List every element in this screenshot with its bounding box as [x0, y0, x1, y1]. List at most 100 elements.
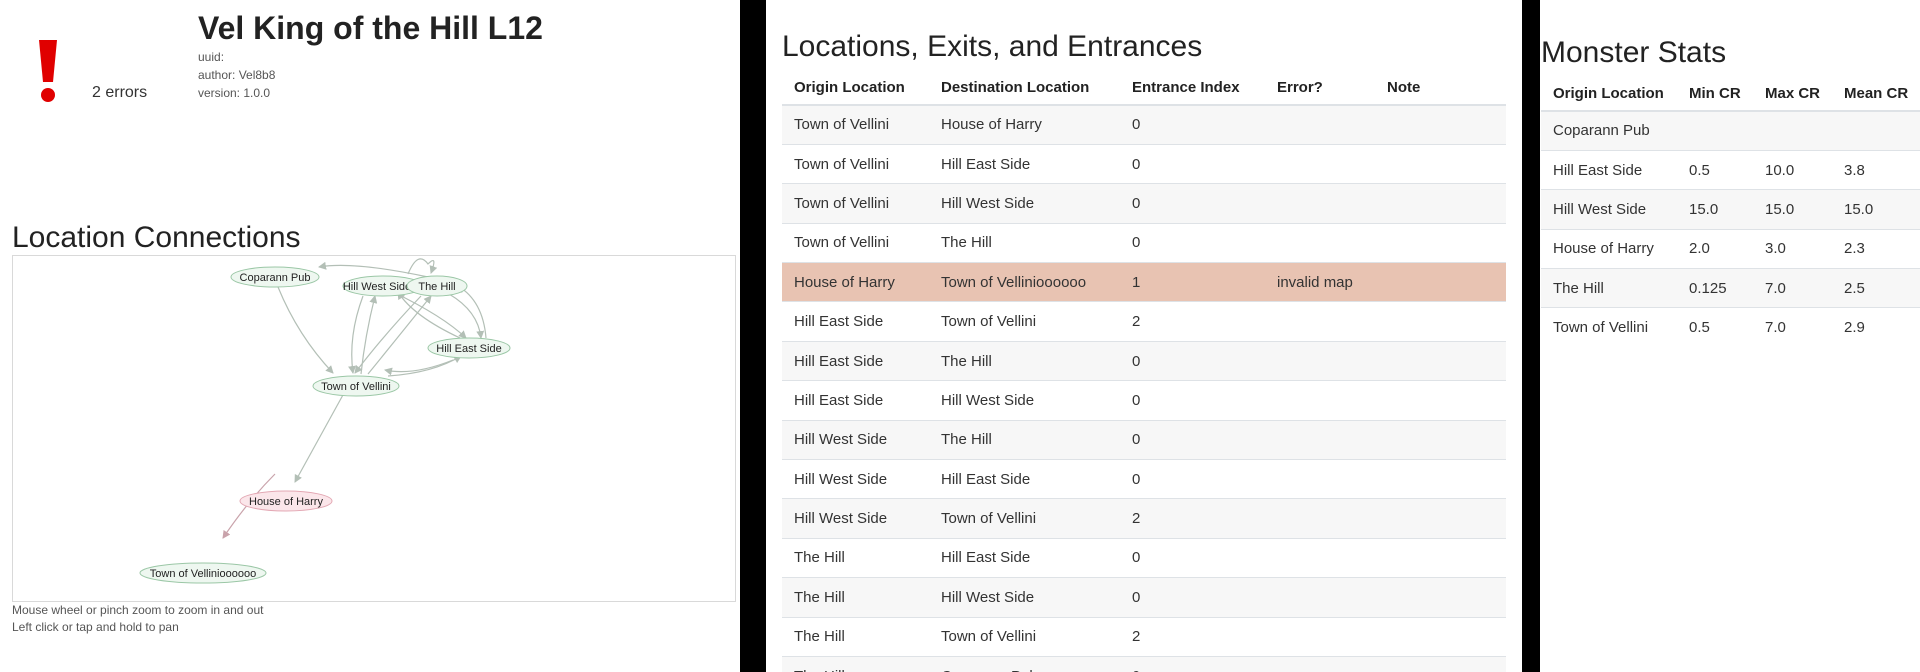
mean-cr-cell: 3.8 — [1832, 149, 1920, 190]
origin-cell: The Hill — [782, 616, 929, 657]
edge-hes-town — [384, 359, 454, 376]
note-cell — [1375, 222, 1506, 263]
note-cell — [1375, 498, 1506, 539]
entrance-index-cell: 0 — [1120, 340, 1265, 381]
graph-node[interactable]: The Hill — [406, 275, 468, 297]
graph-node[interactable]: Coparann Pub — [230, 266, 320, 288]
note-cell — [1375, 340, 1506, 381]
meta-uuid: uuid: — [198, 50, 225, 64]
edge-town-hill — [367, 295, 432, 375]
table-row: Hill West Side Hill East Side 0 — [782, 459, 1506, 499]
entrance-index-cell: 0 — [1120, 183, 1265, 224]
entrance-index-cell: 0 — [1120, 537, 1265, 578]
entrance-index-cell: 2 — [1120, 616, 1265, 657]
destination-cell: Hill East Side — [929, 537, 1120, 578]
origin-cell: Hill East Side — [1541, 149, 1677, 190]
origin-cell: Hill West Side — [1541, 189, 1677, 230]
error-cell — [1265, 183, 1375, 224]
table-row: The Hill Hill West Side 0 — [782, 577, 1506, 618]
origin-cell: Town of Vellini — [782, 183, 929, 224]
table-row-error: House of Harry Town of Vellinioooooo 1 i… — [782, 262, 1506, 302]
destination-cell: Hill West Side — [929, 577, 1120, 618]
min-cr-cell — [1677, 110, 1753, 151]
origin-cell: House of Harry — [782, 262, 929, 302]
note-cell — [1375, 183, 1506, 224]
column-header: Mean CR — [1832, 76, 1920, 112]
note-cell — [1375, 380, 1506, 421]
origin-cell: Town of Vellini — [1541, 307, 1677, 348]
max-cr-cell — [1753, 110, 1832, 151]
table-row: Hill East Side 0.5 10.0 3.8 — [1541, 149, 1920, 190]
destination-cell: Hill West Side — [929, 380, 1120, 421]
table-row: House of Harry 2.0 3.0 2.3 — [1541, 228, 1920, 269]
graph-node[interactable]: Hill East Side — [427, 337, 511, 359]
note-cell — [1375, 262, 1506, 302]
note-cell — [1375, 577, 1506, 618]
graph-canvas[interactable]: Coparann Pub Hill West Side The Hill Hil… — [13, 256, 736, 602]
meta-author: author: Vel8b8 — [198, 68, 276, 82]
panel-divider — [740, 0, 766, 672]
connections-heading: Location Connections — [12, 221, 301, 254]
column-header: Note — [1375, 70, 1506, 106]
entrance-index-cell: 2 — [1120, 301, 1265, 342]
error-count: 2 errors — [92, 84, 148, 101]
min-cr-cell: 15.0 — [1677, 189, 1753, 230]
graph-node-label: Hill East Side — [436, 343, 501, 355]
monster-stats-heading: Monster Stats — [1541, 36, 1727, 69]
error-cell — [1265, 498, 1375, 539]
origin-cell: The Hill — [782, 655, 929, 672]
locations-heading: Locations, Exits, and Entrances — [782, 30, 1203, 63]
min-cr-cell: 0.5 — [1677, 149, 1753, 190]
edge-hws-hill — [407, 258, 438, 275]
exclamation-icon — [39, 40, 57, 102]
entrance-index-cell: 0 — [1120, 577, 1265, 618]
table-row: The Hill 0.125 7.0 2.5 — [1541, 268, 1920, 308]
error-cell — [1265, 459, 1375, 499]
column-header: Min CR — [1677, 76, 1753, 112]
error-cell — [1265, 340, 1375, 381]
graph-node[interactable]: Town of Vellinioooooo — [139, 562, 267, 584]
entrance-index-cell: 2 — [1120, 498, 1265, 539]
entrance-index-cell: 0 — [1120, 459, 1265, 499]
origin-cell: Town of Vellini — [782, 143, 929, 184]
pan-hint: Left click or tap and hold to pan — [12, 620, 179, 634]
graph-node[interactable]: Town of Vellini — [312, 375, 400, 397]
origin-cell: Hill East Side — [782, 340, 929, 381]
table-row: Hill West Side The Hill 0 — [782, 419, 1506, 460]
mean-cr-cell: 2.3 — [1832, 228, 1920, 269]
connection-graph[interactable]: Coparann Pub Hill West Side The Hill Hil… — [12, 255, 736, 602]
note-cell — [1375, 104, 1506, 145]
origin-cell: The Hill — [1541, 268, 1677, 308]
note-cell — [1375, 301, 1506, 342]
origin-cell: Hill West Side — [782, 498, 929, 539]
entrance-index-cell: 0 — [1120, 104, 1265, 145]
table-row: Hill West Side Town of Vellini 2 — [782, 498, 1506, 539]
graph-node-label: Town of Vellinioooooo — [150, 568, 256, 580]
origin-cell: The Hill — [782, 577, 929, 618]
edge-pub-town — [277, 286, 334, 374]
graph-node[interactable]: House of Harry — [239, 490, 333, 512]
table-header-row: Origin Location Min CR Max CR Mean CR — [1541, 76, 1920, 112]
monster-stats-table: Origin Location Min CR Max CR Mean CR Co… — [1541, 76, 1920, 348]
note-cell — [1375, 419, 1506, 460]
origin-cell: Hill West Side — [782, 419, 929, 460]
entrance-index-cell: 0 — [1120, 222, 1265, 263]
min-cr-cell: 0.5 — [1677, 307, 1753, 348]
origin-cell: Hill West Side — [782, 459, 929, 499]
graph-node-label: Coparann Pub — [240, 272, 311, 284]
panel-divider — [1522, 0, 1540, 672]
note-cell — [1375, 616, 1506, 657]
note-cell — [1375, 143, 1506, 184]
destination-cell: Town of Vellini — [929, 498, 1120, 539]
origin-cell: The Hill — [782, 537, 929, 578]
table-row: Coparann Pub — [1541, 110, 1920, 151]
edge-hws-town — [348, 295, 364, 374]
column-header: Origin Location — [782, 70, 929, 106]
graph-node-label: Hill West Side — [343, 281, 411, 293]
destination-cell: The Hill — [929, 222, 1120, 263]
note-cell — [1375, 459, 1506, 499]
origin-cell: Town of Vellini — [782, 222, 929, 263]
error-cell — [1265, 577, 1375, 618]
destination-cell: Town of Vellini — [929, 616, 1120, 657]
table-row: Hill East Side Hill West Side 0 — [782, 380, 1506, 421]
